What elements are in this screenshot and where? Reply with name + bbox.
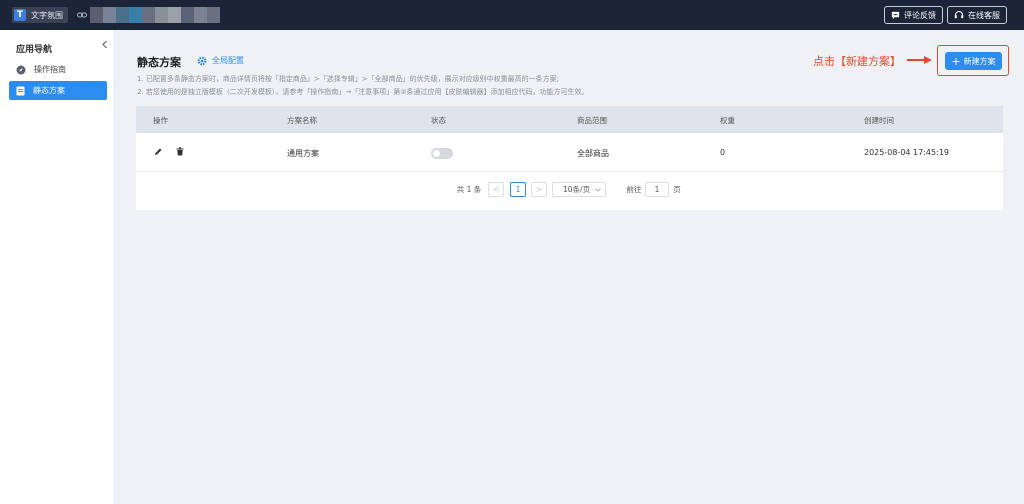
- cell-created-time: 2025-08-04 17:45:19: [864, 148, 949, 157]
- online-service-label: 在线客服: [968, 10, 1000, 20]
- cell-weight: 0: [720, 148, 726, 157]
- redaction-block: [181, 7, 194, 23]
- app-name: 文字氛围: [31, 10, 63, 20]
- chat-bubble-icon: [891, 11, 900, 19]
- sidebar-item-label: 静态方案: [33, 86, 65, 95]
- page-title: 静态方案: [137, 56, 181, 69]
- column-header-actions: 操作: [153, 116, 168, 125]
- delete-trash-icon[interactable]: [176, 147, 184, 156]
- redaction-block: [90, 7, 103, 23]
- redaction-block: [142, 7, 155, 23]
- redaction-block: [194, 7, 207, 23]
- sidebar-item-guide[interactable]: 操作指南: [9, 60, 107, 79]
- annotation-text: 点击【新建方案】: [813, 55, 901, 68]
- redaction-block: [155, 7, 168, 23]
- page-size-select[interactable]: 10条/页: [552, 182, 606, 197]
- sidebar-item-static-plan[interactable]: 静态方案: [9, 81, 107, 100]
- compass-icon: [16, 65, 26, 74]
- plan-table-card: 操作 方案名称 状态 商品范围 权重 创建时间 通用方案 全部商品 0 2025…: [136, 106, 1003, 210]
- collapse-chevron-icon[interactable]: [101, 40, 108, 49]
- top-bar: T 文字氛围 评论反馈 在线客服: [0, 0, 1024, 30]
- cell-plan-name: 通用方案: [287, 149, 319, 158]
- new-plan-label: 新建方案: [963, 56, 996, 66]
- annotation-arrow-icon: [907, 56, 932, 64]
- gear-icon: [197, 56, 207, 65]
- feedback-label: 评论反馈: [904, 10, 936, 20]
- global-config-link[interactable]: 全局配置: [197, 55, 244, 66]
- edit-pencil-icon[interactable]: [154, 147, 163, 156]
- cell-scope: 全部商品: [577, 149, 609, 158]
- goto-page-input[interactable]: 1: [645, 182, 669, 197]
- sidebar: 应用导航 操作指南 静态方案: [0, 30, 115, 504]
- redaction-block: [116, 7, 129, 23]
- app-switcher[interactable]: T 文字氛围: [12, 7, 68, 23]
- sidebar-title: 应用导航: [16, 45, 53, 55]
- column-header-weight: 权重: [720, 116, 735, 125]
- page-size-value: 10条/页: [563, 185, 591, 194]
- column-header-name: 方案名称: [287, 116, 317, 125]
- global-config-label: 全局配置: [212, 56, 244, 65]
- pagination-total: 共 1 条: [456, 185, 482, 194]
- status-toggle[interactable]: [431, 148, 453, 159]
- table-header: 操作 方案名称 状态 商品范围 权重 创建时间: [136, 106, 1003, 133]
- online-service-button[interactable]: 在线客服: [947, 6, 1007, 24]
- goto-label: 前往: [626, 185, 642, 194]
- column-header-created: 创建时间: [864, 116, 894, 125]
- headset-icon: [954, 10, 964, 19]
- app-logo-icon: T: [14, 9, 26, 21]
- feedback-button[interactable]: 评论反馈: [884, 6, 943, 24]
- sidebar-item-label: 操作指南: [34, 65, 66, 74]
- redaction-block: [103, 7, 116, 23]
- row-divider: [136, 171, 1003, 172]
- column-header-status: 状态: [431, 116, 446, 125]
- redaction-block: [129, 7, 142, 23]
- pagination-next-button[interactable]: >: [531, 182, 547, 197]
- link-icon[interactable]: [77, 10, 87, 20]
- chevron-down-icon: [595, 188, 601, 192]
- tip-line-1: 1. 已配置多条静态方案时，商品详情页将按「指定商品」>「选择专辑」>「全部商品…: [137, 75, 559, 83]
- redaction-block: [207, 7, 220, 23]
- new-plan-button[interactable]: + 新建方案: [945, 52, 1002, 70]
- redaction-block: [168, 7, 181, 23]
- column-header-scope: 商品范围: [577, 116, 607, 125]
- page-suffix: 页: [673, 185, 681, 194]
- tip-line-2: 2. 若您使用的是独立版模板（二次开发模板），请参考「操作指南」→「注意事项」第…: [137, 88, 589, 96]
- pagination-prev-button[interactable]: <: [488, 182, 504, 197]
- pagination-page-1[interactable]: 1: [510, 182, 526, 197]
- redacted-store-name: [90, 7, 220, 23]
- document-icon: [16, 86, 25, 95]
- plus-icon: +: [951, 54, 961, 68]
